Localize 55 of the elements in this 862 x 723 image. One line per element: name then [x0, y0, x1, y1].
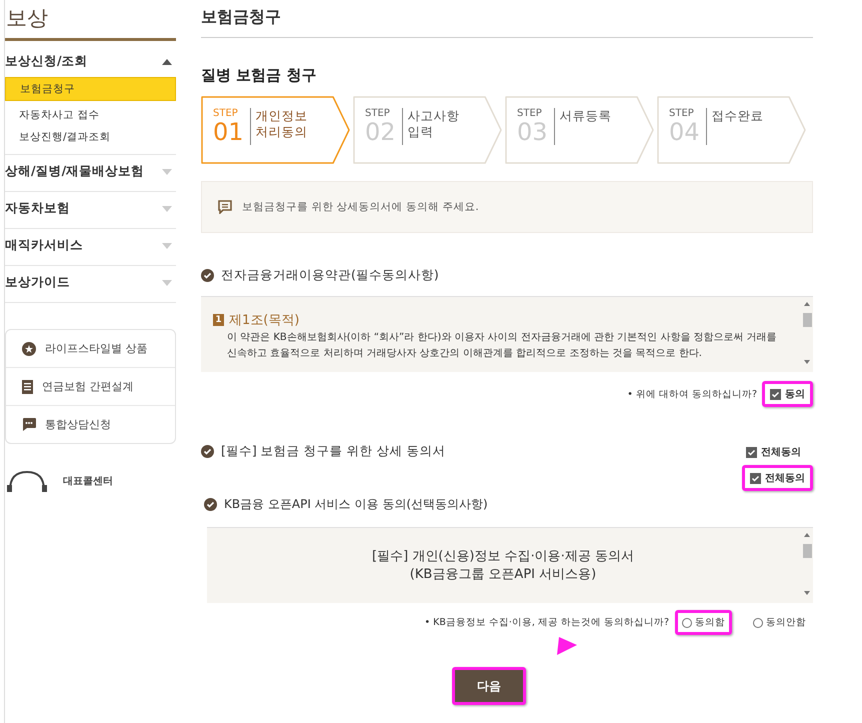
radio-option[interactable]: 동의함	[675, 610, 732, 635]
step-name: 개인정보 처리동의	[254, 108, 308, 140]
menu-group[interactable]: 매직카서비스	[5, 229, 176, 259]
article-text: 이 약관은 KB손해보험회사(이하 “회사”라 한다)와 이용자 사이의 전자금융거래에 관한 기본적인 사항을 정함으로써 거래를 신속하고 효율적으로 처리하며 거래당사자 상호간의 이해관계를 합리적으로 조정하는 것을 목적으로 한다.	[227, 331, 778, 361]
call-center-label[interactable]: 대표콜센터	[63, 470, 113, 488]
document-title: [필수] 개인(신용)정보 수집·이용·제공 동의서	[371, 548, 635, 566]
step-label: STEP	[365, 108, 391, 119]
all-agree-checkbox[interactable]: 전체동의	[738, 439, 813, 465]
step-label: STEP	[517, 108, 543, 119]
all-agree-checkbox[interactable]: 전체동의	[742, 465, 813, 491]
section-heading: KB금융 오픈API 서비스 이용 동의(선택동의사항)	[224, 496, 488, 513]
quick-link[interactable]: 연금보험 간편설계	[42, 379, 134, 394]
agree-checkbox[interactable]: 동의	[762, 381, 813, 407]
document-icon	[22, 380, 33, 394]
notice-text: 보험금청구를 위한 상세동의서에 동의해 주세요.	[242, 200, 479, 214]
step-name: 사고사항 입력	[406, 108, 460, 140]
menu-group[interactable]: 상해/질병/재물배상보험	[5, 155, 176, 185]
step-number: 01	[213, 119, 244, 146]
next-button[interactable]: 다음	[452, 667, 526, 705]
terms-scroll-box[interactable]: 1 제1조(목적) 이 약관은 KB손해보험회사(이하 “회사”라 한다)와 이용자 사이의 전자금융거래에 관한 기본적인 사항을 정함으로써 거래를 신속하고 효율적으로 처리하며 거래당사자 상호간의 이해관계를 합리적으로 조정하는 것을 목적으로 한다.	[201, 296, 813, 372]
message-icon	[218, 200, 232, 214]
article-number: 1	[213, 314, 224, 326]
menu-item[interactable]: 자동차사고 접수	[5, 104, 176, 126]
star-icon	[22, 342, 36, 356]
menu-item[interactable]: 보상진행/결과조회	[5, 126, 176, 148]
checkmark-icon	[747, 448, 756, 456]
headset-icon	[5, 470, 49, 492]
chat-icon	[22, 418, 36, 431]
menu-group[interactable]: 보상신청/조회	[5, 45, 176, 75]
question-text: • 위에 대하여 동의하십니까?	[627, 388, 757, 400]
consent-scroll-box[interactable]: [필수] 개인(신용)정보 수집·이용·제공 동의서 (KB금융그룹 오픈API 서비스용)	[207, 527, 813, 603]
pointer-arrow-icon	[557, 637, 577, 655]
question-text: • KB금융정보 수집·이용, 제공 하는것에 동의하십니까?	[424, 616, 669, 629]
article-title: 제1조(목적)	[229, 312, 300, 329]
step-label: STEP	[213, 108, 239, 119]
checkmark-icon	[771, 390, 780, 398]
section-heading: 전자금융거래이용약관(필수동의사항)	[221, 267, 439, 284]
quick-link[interactable]: 통합상담신청	[45, 417, 111, 432]
check-circle-icon	[201, 445, 214, 458]
section-heading: [필수] 보험금 청구를 위한 상세 동의서	[221, 443, 446, 460]
document-subtitle: (KB금융그룹 오픈API 서비스용)	[408, 566, 598, 584]
radio-option[interactable]: 동의안함	[746, 610, 813, 635]
sidebar-title: 보상	[5, 0, 176, 41]
menu-group[interactable]: 자동차보험	[5, 192, 176, 222]
page-title: 보험금청구	[201, 0, 813, 38]
menu-group[interactable]: 보상가이드	[5, 266, 176, 296]
step-name: 접수완료	[710, 108, 764, 124]
step-label: STEP	[669, 108, 695, 119]
step-name: 서류등록	[558, 108, 612, 124]
section-title: 질병 보험금 청구	[201, 66, 318, 85]
check-circle-icon	[201, 269, 214, 282]
check-circle-icon	[204, 498, 217, 511]
menu-item[interactable]: 보험금청구	[5, 77, 176, 101]
checkmark-icon	[751, 474, 760, 482]
quick-link[interactable]: 라이프스타일별 상품	[45, 341, 148, 356]
